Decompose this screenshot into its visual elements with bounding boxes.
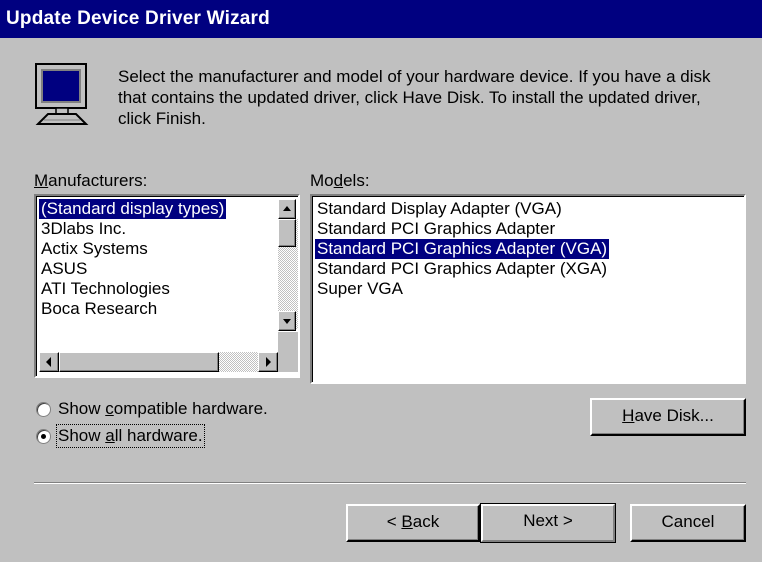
list-item[interactable]: (Standard display types) (39, 199, 227, 219)
wizard-dialog: Update Device Driver Wizard Select the m… (0, 0, 762, 562)
next-button[interactable]: Next > (480, 503, 616, 543)
models-listbox[interactable]: Standard Display Adapter (VGA) Standard … (310, 194, 746, 384)
list-item[interactable]: Actix Systems (39, 239, 150, 259)
scroll-down-button[interactable] (278, 311, 296, 331)
compatible-hardware-label[interactable]: Show compatible hardware. (58, 399, 268, 419)
vertical-scroll-thumb[interactable] (278, 219, 296, 247)
list-item[interactable]: Standard PCI Graphics Adapter (VGA) (315, 239, 610, 259)
scroll-down-icon (283, 319, 291, 324)
all-hardware-label[interactable]: Show all hardware. (56, 424, 205, 448)
scroll-up-button[interactable] (278, 199, 296, 219)
scroll-right-icon (266, 357, 271, 367)
list-item[interactable]: Super VGA (315, 279, 405, 299)
horizontal-scroll-thumb[interactable] (59, 352, 219, 372)
title-bar[interactable]: Update Device Driver Wizard (0, 0, 762, 38)
back-button[interactable]: < Back (346, 504, 480, 542)
separator-highlight (34, 483, 746, 484)
next-button-label: Next > (481, 504, 615, 542)
window-title: Update Device Driver Wizard (6, 8, 270, 29)
scroll-left-button[interactable] (39, 352, 59, 372)
radio-selected-dot (41, 434, 46, 439)
list-item[interactable]: Standard PCI Graphics Adapter (XGA) (315, 259, 609, 279)
intro-text: Select the manufacturer and model of you… (118, 67, 711, 128)
compatible-hardware-radio[interactable] (36, 402, 51, 417)
scroll-left-icon (46, 357, 51, 367)
models-label: Models: (310, 171, 370, 190)
cancel-button[interactable]: Cancel (630, 504, 746, 542)
manufacturers-listbox[interactable]: (Standard display types) 3Dlabs Inc. Act… (34, 194, 300, 378)
list-item[interactable]: ATI Technologies (39, 279, 172, 299)
scroll-up-icon (283, 206, 291, 211)
list-item[interactable]: ASUS (39, 259, 89, 279)
monitor-icon (35, 63, 89, 125)
list-item[interactable]: 3Dlabs Inc. (39, 219, 128, 239)
have-disk-button[interactable]: Have Disk... (590, 398, 746, 436)
manufacturers-label: Manufacturers: (34, 171, 148, 190)
all-hardware-radio[interactable] (36, 429, 51, 444)
scrollbar-corner (278, 332, 298, 372)
list-item[interactable]: Standard Display Adapter (VGA) (315, 199, 564, 219)
list-item[interactable]: Standard PCI Graphics Adapter (315, 219, 557, 239)
scroll-right-button[interactable] (258, 352, 278, 372)
list-item[interactable]: Boca Research (39, 299, 159, 319)
